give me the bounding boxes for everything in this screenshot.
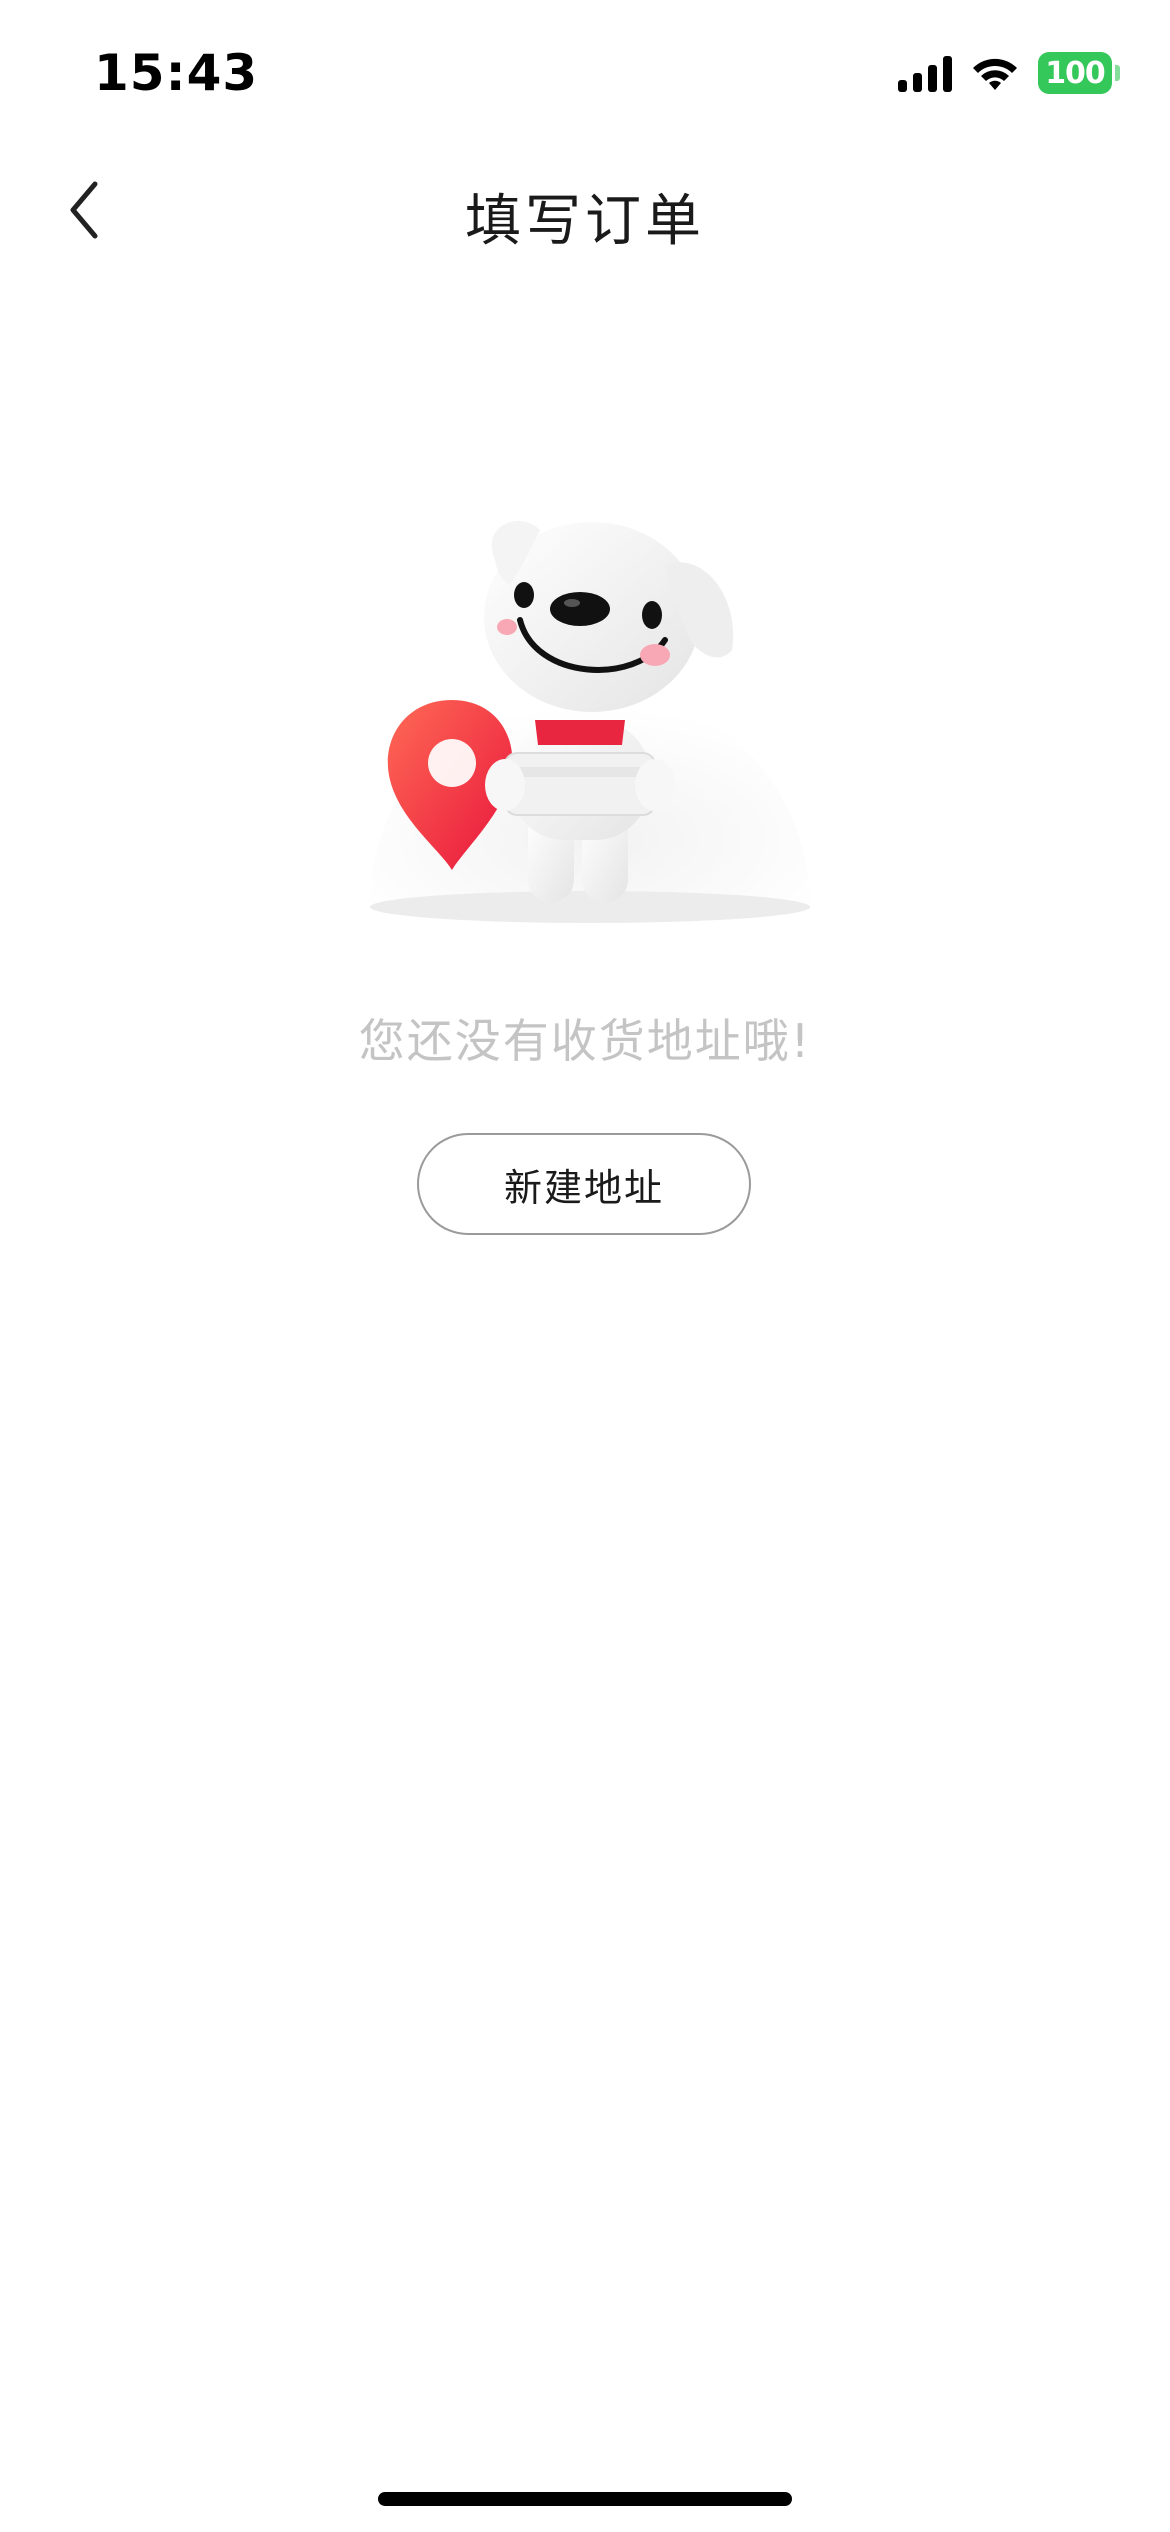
signal-icon bbox=[898, 54, 952, 92]
status-time: 15:43 bbox=[94, 44, 259, 102]
battery-icon: 100 bbox=[1038, 52, 1120, 94]
wifi-icon bbox=[973, 58, 1017, 90]
status-icons: 100 bbox=[898, 52, 1120, 94]
status-bar: 15:43 100 bbox=[0, 0, 1170, 150]
empty-address-message: 您还没有收货地址哦! bbox=[358, 1014, 812, 1068]
page-title: 填写订单 bbox=[465, 189, 705, 254]
home-indicator bbox=[378, 2492, 792, 2506]
battery-level: 100 bbox=[1038, 52, 1112, 94]
nav-bar: 填写订单 bbox=[0, 150, 1170, 270]
dog-mascot-illustration bbox=[370, 521, 810, 923]
new-address-button[interactable]: 新建地址 bbox=[417, 1133, 751, 1235]
